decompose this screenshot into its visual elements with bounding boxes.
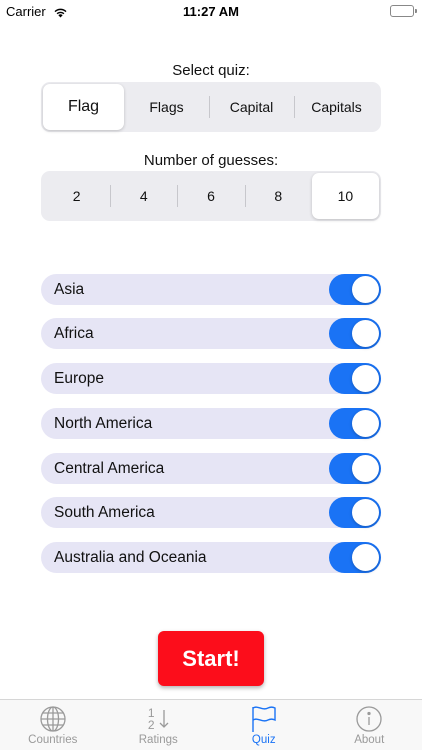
ratings-sort-icon: 1 2 bbox=[148, 705, 169, 733]
region-row-europe: Europe bbox=[41, 363, 381, 394]
info-icon bbox=[355, 705, 383, 733]
segment-guesses-10[interactable]: 10 bbox=[311, 173, 380, 219]
region-toggle-australia-oceania[interactable] bbox=[329, 542, 381, 573]
region-label: Europe bbox=[54, 369, 104, 387]
clock: 11:27 AM bbox=[183, 4, 239, 19]
region-label: Australia and Oceania bbox=[54, 548, 207, 566]
segment-guesses-2[interactable]: 2 bbox=[43, 173, 110, 219]
region-label: South America bbox=[54, 503, 155, 521]
region-label: Asia bbox=[54, 280, 85, 298]
quiz-type-segmented-control[interactable]: Flag Flags Capital Capitals bbox=[41, 82, 381, 132]
segment-guesses-6[interactable]: 6 bbox=[177, 173, 244, 219]
region-toggle-central-america[interactable] bbox=[329, 453, 381, 484]
tab-label: Quiz bbox=[251, 734, 276, 746]
flag-icon bbox=[250, 705, 278, 733]
segment-capitals[interactable]: Capitals bbox=[294, 84, 379, 130]
region-row-australia-oceania: Australia and Oceania bbox=[41, 542, 381, 573]
tab-about[interactable]: About bbox=[317, 700, 422, 750]
select-quiz-label: Select quiz: bbox=[172, 62, 250, 79]
guesses-segmented-control[interactable]: 2 4 6 8 10 bbox=[41, 171, 381, 221]
region-row-south-america: South America bbox=[41, 497, 381, 528]
tab-countries[interactable]: Countries bbox=[0, 700, 106, 750]
region-toggle-north-america[interactable] bbox=[329, 408, 381, 439]
region-label: North America bbox=[54, 414, 153, 432]
segment-guesses-8[interactable]: 8 bbox=[244, 173, 312, 219]
battery-icon bbox=[390, 5, 417, 17]
segment-flag[interactable]: Flag bbox=[43, 84, 124, 130]
globe-icon bbox=[39, 705, 67, 733]
ratings-icon-digit: 2 bbox=[147, 718, 155, 732]
region-label: Central America bbox=[54, 459, 165, 477]
tab-label: Countries bbox=[28, 734, 78, 746]
region-toggle-europe[interactable] bbox=[329, 363, 381, 394]
tab-quiz[interactable]: Quiz bbox=[211, 700, 317, 750]
region-row-north-america: North America bbox=[41, 408, 381, 439]
tab-label: About bbox=[354, 734, 385, 746]
tab-ratings[interactable]: 1 2 Ratings bbox=[106, 700, 212, 750]
region-row-asia: Asia bbox=[41, 274, 381, 305]
region-toggle-asia[interactable] bbox=[329, 274, 381, 305]
segment-guesses-4[interactable]: 4 bbox=[110, 173, 177, 219]
start-button[interactable]: Start! bbox=[158, 631, 264, 686]
number-of-guesses-label: Number of guesses: bbox=[143, 152, 279, 169]
segment-flags[interactable]: Flags bbox=[124, 84, 209, 130]
region-row-central-america: Central America bbox=[41, 453, 381, 484]
tab-label: Ratings bbox=[138, 734, 178, 746]
region-toggle-south-america[interactable] bbox=[329, 497, 381, 528]
tab-bar: Countries 1 2 Ratings Quiz About bbox=[0, 699, 422, 750]
segment-capital[interactable]: Capital bbox=[209, 84, 294, 130]
region-label: Africa bbox=[54, 324, 94, 342]
region-toggle-africa[interactable] bbox=[329, 318, 381, 349]
status-bar: Carrier 11:27 AM bbox=[0, 0, 422, 24]
region-row-africa: Africa bbox=[41, 318, 381, 349]
